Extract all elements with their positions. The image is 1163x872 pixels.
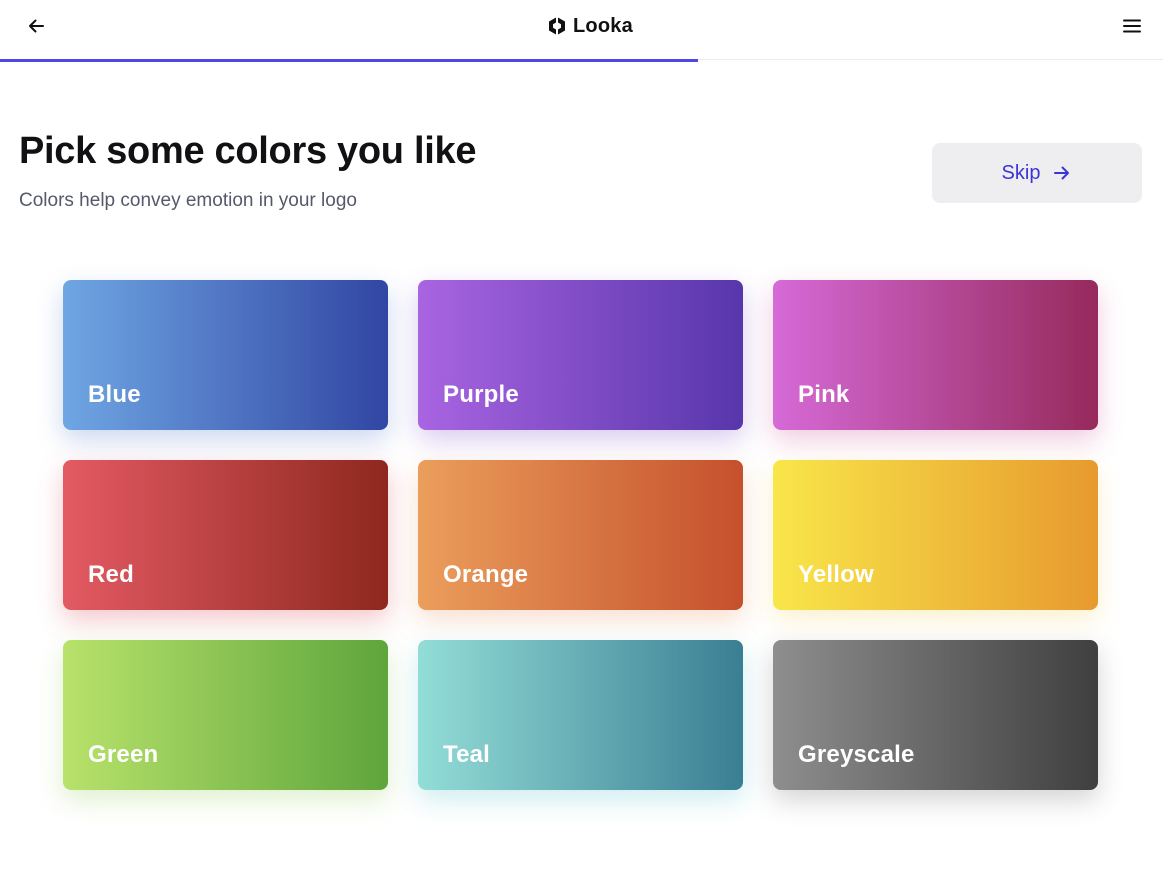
color-card-red[interactable]: Red [63, 460, 388, 610]
color-card-orange[interactable]: Orange [418, 460, 743, 610]
color-card-label: Orange [443, 561, 529, 588]
brand-name: Looka [573, 14, 633, 37]
color-card-blue[interactable]: Blue [63, 280, 388, 430]
color-card-label: Teal [443, 741, 491, 768]
color-card-greyscale[interactable]: Greyscale [773, 640, 1098, 790]
page-title: Pick some colors you like [19, 130, 477, 172]
color-card-purple[interactable]: Purple [418, 280, 743, 430]
hamburger-menu-icon [1123, 19, 1141, 33]
color-card-label: Blue [88, 381, 141, 408]
skip-button[interactable]: Skip [932, 143, 1142, 203]
color-card-teal[interactable]: Teal [418, 640, 743, 790]
color-card-label: Greyscale [798, 741, 915, 768]
color-card-label: Purple [443, 381, 519, 408]
color-card-label: Red [88, 561, 134, 588]
brand-logo[interactable]: Looka [547, 12, 633, 40]
menu-button[interactable] [1118, 12, 1146, 40]
skip-button-label: Skip [1001, 161, 1041, 184]
color-card-yellow[interactable]: Yellow [773, 460, 1098, 610]
top-bar: Looka [0, 0, 1163, 60]
arrow-left-icon [29, 19, 44, 33]
progress-bar-fill [0, 59, 698, 62]
arrow-right-icon [1054, 166, 1070, 180]
color-card-label: Pink [798, 381, 850, 408]
progress-bar [0, 59, 1163, 62]
page-subtitle: Colors help convey emotion in your logo [19, 190, 357, 211]
color-palette-grid: Blue Purple Pink Red Orange Yellow Green… [63, 280, 1098, 790]
color-card-label: Yellow [798, 561, 874, 588]
color-card-pink[interactable]: Pink [773, 280, 1098, 430]
looka-logo-icon [549, 17, 565, 35]
color-card-label: Green [88, 741, 159, 768]
back-button[interactable] [22, 12, 50, 40]
color-card-green[interactable]: Green [63, 640, 388, 790]
